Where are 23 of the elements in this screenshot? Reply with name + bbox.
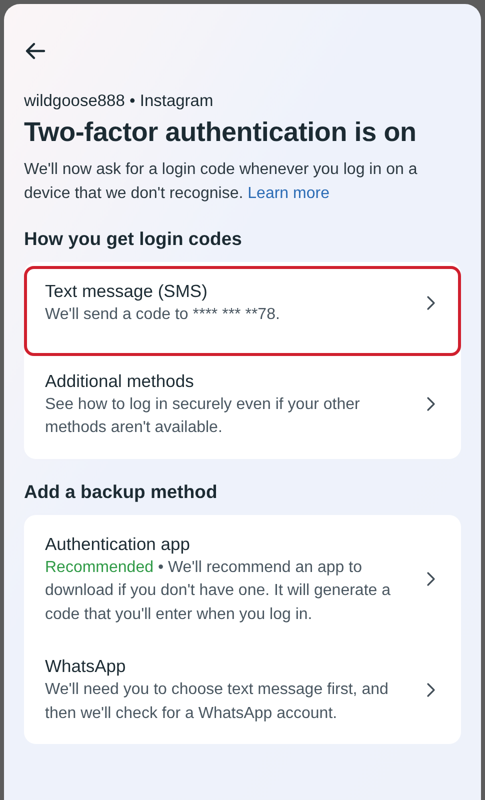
option-title: Additional methods xyxy=(45,370,195,392)
page-title: Two-factor authentication is on xyxy=(24,117,418,148)
back-arrow-icon xyxy=(24,42,46,60)
learn-more-link[interactable]: Learn more xyxy=(248,185,330,202)
option-description: Recommended • We'll recommend an app to download if you don't have one. It will generate a code that you'll enter when you log in. xyxy=(45,558,392,624)
option-description: We'll need you to choose text message first, and then we'll check for a WhatsApp account. xyxy=(45,680,390,724)
method-option[interactable]: Additional methods See how to log in securely even if your other methods aren't available. xyxy=(24,356,461,454)
chevron-right-icon xyxy=(426,396,436,412)
intro-text: We'll now ask for a login code whenever you log in on a device that we don't recognise. Learn more xyxy=(24,160,418,204)
method-option[interactable]: Text message (SMS) We'll send a code to **** *** **78. xyxy=(24,266,461,356)
option-description: See how to log in securely even if your other methods aren't available. xyxy=(45,394,361,438)
option-title: WhatsApp xyxy=(45,655,127,678)
chevron-right-icon xyxy=(426,682,436,698)
chevron-right-icon xyxy=(426,294,436,311)
account-label: wildgoose888 • Instagram xyxy=(24,92,214,111)
section-heading: Add a backup method xyxy=(24,480,218,502)
option-title: Text message (SMS) xyxy=(45,280,208,303)
option-description: We'll send a code to **** *** **78. xyxy=(45,305,281,325)
section-heading: How you get login codes xyxy=(24,228,243,250)
option-title: Authentication app xyxy=(45,532,191,556)
method-option[interactable]: Authentication app Recommended • We'll recommend an app to download if you don't have one. It will generate a code that you'll enter when you log in. xyxy=(24,518,461,641)
method-option[interactable]: WhatsApp We'll need you to choose text message first, and then we'll check for a WhatsApp account. xyxy=(24,641,461,740)
chevron-right-icon xyxy=(426,570,436,587)
